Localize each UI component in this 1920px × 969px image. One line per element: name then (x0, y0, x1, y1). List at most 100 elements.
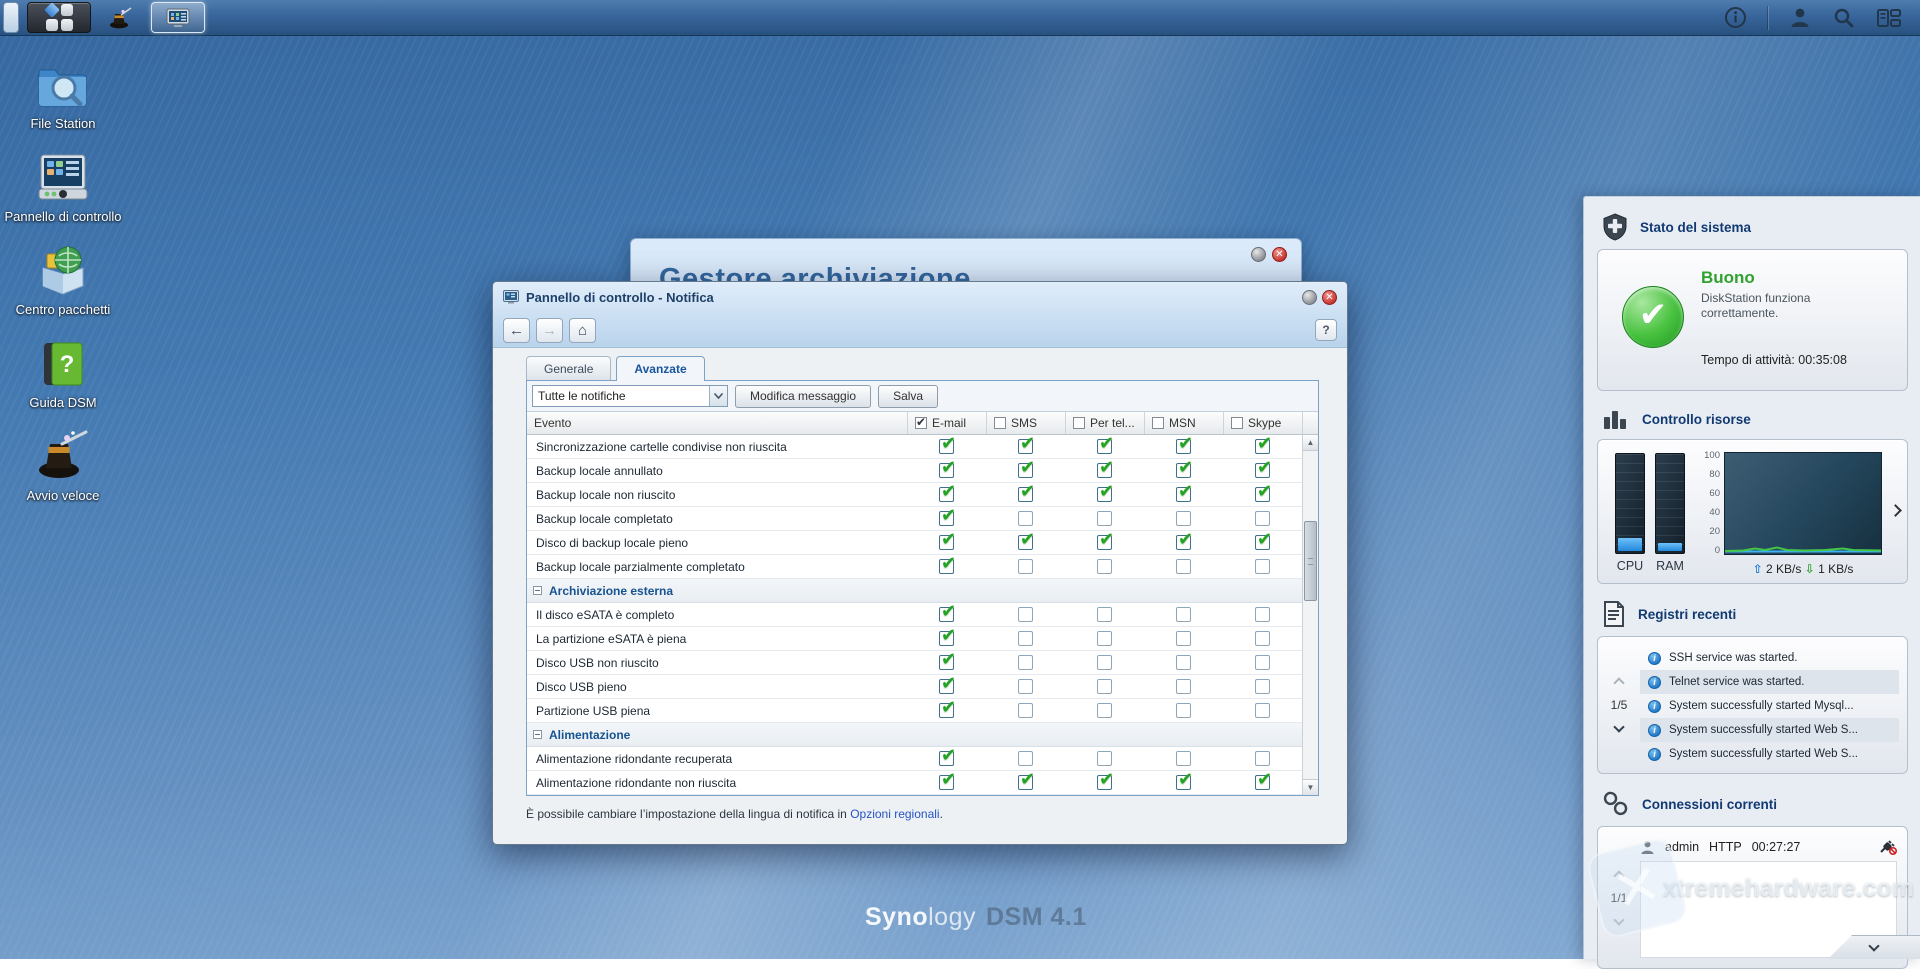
msn-checkbox[interactable] (1176, 535, 1191, 550)
skype-checkbox[interactable] (1255, 487, 1270, 502)
minimize-button[interactable] (1251, 247, 1266, 262)
desktop-icon-dsm-help[interactable]: ? Guida DSM (4, 331, 122, 410)
pertel-checkbox[interactable] (1097, 655, 1112, 670)
column-checkbox[interactable] (1231, 417, 1243, 429)
column-header-sms[interactable]: SMS (986, 412, 1065, 434)
edit-message-button[interactable]: Modifica messaggio (735, 385, 871, 408)
pertel-checkbox[interactable] (1097, 775, 1112, 790)
expand-resources-chevron[interactable] (1891, 502, 1900, 520)
desktop-icon-file-station[interactable]: File Station (4, 52, 122, 131)
msn-checkbox[interactable] (1176, 655, 1191, 670)
pertel-checkbox[interactable] (1097, 439, 1112, 454)
show-desktop-button[interactable] (3, 2, 19, 33)
quick-launch-button[interactable] (99, 2, 143, 33)
email-checkbox[interactable] (939, 487, 954, 502)
msn-checkbox[interactable] (1176, 631, 1191, 646)
back-button[interactable]: ← (503, 318, 530, 343)
desktop-icon-quick-start[interactable]: Avvio veloce (4, 424, 122, 503)
email-checkbox[interactable] (939, 751, 954, 766)
email-checkbox[interactable] (939, 679, 954, 694)
sms-checkbox[interactable] (1018, 607, 1033, 622)
column-checkbox[interactable] (1073, 417, 1085, 429)
msn-checkbox[interactable] (1176, 439, 1191, 454)
email-checkbox[interactable] (939, 607, 954, 622)
save-button[interactable]: Salva (878, 385, 938, 408)
column-checkbox[interactable] (915, 417, 927, 429)
sms-checkbox[interactable] (1018, 487, 1033, 502)
tab-avanzate[interactable]: Avanzate (616, 356, 704, 381)
pertel-checkbox[interactable] (1097, 703, 1112, 718)
pertel-checkbox[interactable] (1097, 631, 1112, 646)
pertel-checkbox[interactable] (1097, 751, 1112, 766)
home-button[interactable]: ⌂ (569, 318, 596, 343)
skype-checkbox[interactable] (1255, 463, 1270, 478)
msn-checkbox[interactable] (1176, 511, 1191, 526)
email-checkbox[interactable] (939, 775, 954, 790)
column-header-email[interactable]: E-mail (907, 412, 986, 434)
scrollbar-thumb[interactable] (1304, 521, 1317, 601)
notification-filter-select[interactable]: Tutte le notifiche (532, 385, 728, 407)
widgets-panel-icon[interactable] (1876, 7, 1902, 29)
email-checkbox[interactable] (939, 655, 954, 670)
desktop-icon-control-panel[interactable]: Pannello di controllo (4, 145, 122, 224)
sms-checkbox[interactable] (1018, 631, 1033, 646)
skype-checkbox[interactable] (1255, 703, 1270, 718)
open-window-button-control-panel[interactable] (151, 2, 205, 33)
table-scrollbar[interactable]: ▲ ▼ (1302, 435, 1318, 795)
sms-checkbox[interactable] (1018, 559, 1033, 574)
skype-checkbox[interactable] (1255, 439, 1270, 454)
collapse-section-icon[interactable] (533, 730, 542, 739)
pertel-checkbox[interactable] (1097, 559, 1112, 574)
sms-checkbox[interactable] (1018, 511, 1033, 526)
sms-checkbox[interactable] (1018, 535, 1033, 550)
skype-checkbox[interactable] (1255, 631, 1270, 646)
skype-checkbox[interactable] (1255, 679, 1270, 694)
column-header-skype[interactable]: Skype (1223, 412, 1302, 434)
close-icon[interactable]: ✕ (1322, 290, 1337, 305)
skype-checkbox[interactable] (1255, 607, 1270, 622)
pager-down-icon[interactable] (1613, 721, 1624, 732)
msn-checkbox[interactable] (1176, 559, 1191, 574)
sms-checkbox[interactable] (1018, 775, 1033, 790)
email-checkbox[interactable] (939, 535, 954, 550)
sms-checkbox[interactable] (1018, 703, 1033, 718)
pertel-checkbox[interactable] (1097, 487, 1112, 502)
sms-checkbox[interactable] (1018, 679, 1033, 694)
regional-options-link[interactable]: Opzioni regionali (850, 807, 939, 821)
forward-button[interactable]: → (536, 318, 563, 343)
main-menu-button[interactable] (27, 2, 91, 33)
email-checkbox[interactable] (939, 703, 954, 718)
msn-checkbox[interactable] (1176, 703, 1191, 718)
pager-up-icon[interactable] (1613, 677, 1624, 688)
msn-checkbox[interactable] (1176, 607, 1191, 622)
minimize-button[interactable] (1302, 290, 1317, 305)
column-checkbox[interactable] (1152, 417, 1164, 429)
pertel-checkbox[interactable] (1097, 679, 1112, 694)
column-header-pertel[interactable]: Per tel... (1065, 412, 1144, 434)
skype-checkbox[interactable] (1255, 535, 1270, 550)
pertel-checkbox[interactable] (1097, 511, 1112, 526)
search-icon[interactable] (1832, 6, 1856, 30)
pager-down-icon[interactable] (1613, 914, 1624, 925)
pager-up-icon[interactable] (1613, 870, 1624, 881)
email-checkbox[interactable] (939, 439, 954, 454)
email-checkbox[interactable] (939, 511, 954, 526)
skype-checkbox[interactable] (1255, 775, 1270, 790)
pertel-checkbox[interactable] (1097, 607, 1112, 622)
sms-checkbox[interactable] (1018, 751, 1033, 766)
skype-checkbox[interactable] (1255, 751, 1270, 766)
scroll-down-button[interactable]: ▼ (1303, 779, 1318, 795)
sms-checkbox[interactable] (1018, 439, 1033, 454)
sms-checkbox[interactable] (1018, 655, 1033, 670)
tab-generale[interactable]: Generale (526, 356, 611, 380)
email-checkbox[interactable] (939, 631, 954, 646)
msn-checkbox[interactable] (1176, 751, 1191, 766)
skype-checkbox[interactable] (1255, 655, 1270, 670)
email-checkbox[interactable] (939, 559, 954, 574)
scroll-up-button[interactable]: ▲ (1303, 435, 1318, 451)
sms-checkbox[interactable] (1018, 463, 1033, 478)
pertel-checkbox[interactable] (1097, 535, 1112, 550)
pertel-checkbox[interactable] (1097, 463, 1112, 478)
msn-checkbox[interactable] (1176, 487, 1191, 502)
close-icon[interactable]: ✕ (1272, 247, 1287, 262)
